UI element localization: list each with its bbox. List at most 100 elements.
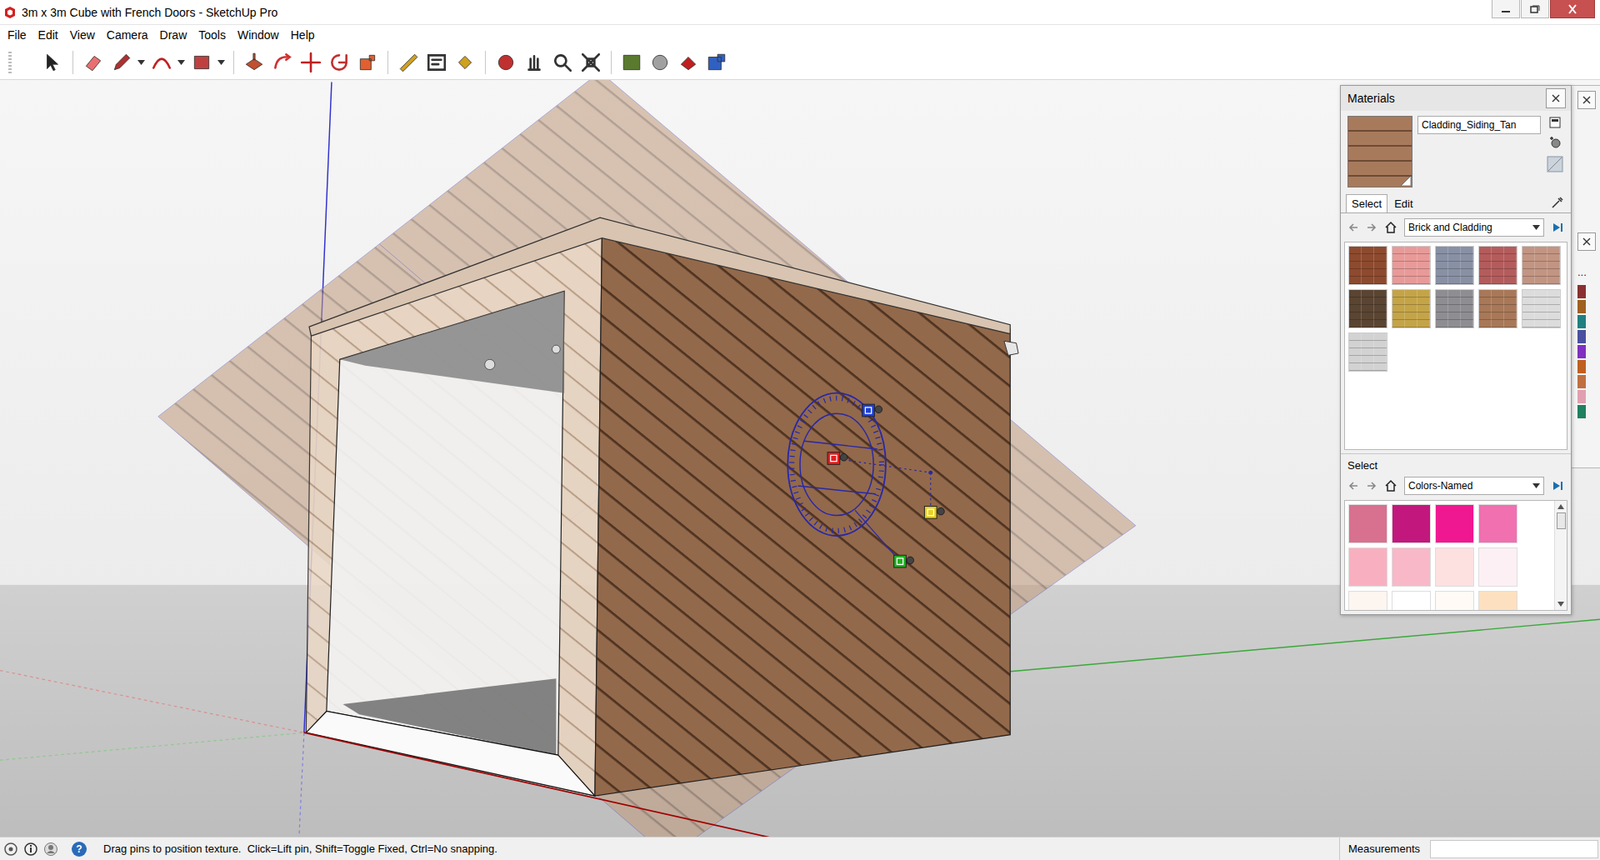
material-swatch[interactable] <box>1478 245 1518 285</box>
menu-item[interactable]: Camera <box>100 28 155 42</box>
tool-button[interactable] <box>395 50 421 75</box>
tool-dropdown[interactable] <box>175 50 186 75</box>
color-swatch[interactable] <box>1478 504 1518 544</box>
tool-button[interactable] <box>675 50 701 75</box>
create-material-icon[interactable] <box>1548 135 1562 150</box>
color-swatch[interactable] <box>1391 590 1431 610</box>
tab[interactable]: Edit <box>1389 195 1418 213</box>
secondary-library-dropdown[interactable]: Colors-Named <box>1404 476 1545 495</box>
tool-dropdown[interactable] <box>135 50 146 75</box>
tab[interactable]: Select <box>1345 194 1388 213</box>
panel-header[interactable]: Materials <box>1340 85 1571 111</box>
color-swatch[interactable] <box>1435 547 1475 587</box>
instructor-button[interactable]: ? <box>71 841 87 857</box>
tool-button[interactable] <box>619 50 645 75</box>
tool-button[interactable] <box>270 50 295 75</box>
menu-item[interactable]: Window <box>231 28 285 42</box>
material-swatch[interactable] <box>1391 289 1431 329</box>
measurements-field[interactable] <box>1430 840 1599 859</box>
material-swatch[interactable] <box>1348 332 1388 372</box>
menu-item[interactable]: Tools <box>192 28 232 42</box>
tool-button[interactable] <box>493 50 519 75</box>
material-swatch[interactable] <box>1521 245 1561 285</box>
tool-button[interactable] <box>40 50 65 75</box>
color-swatch[interactable] <box>1577 375 1586 389</box>
credits-icon[interactable] <box>23 841 39 857</box>
forward-arrow-icon[interactable] <box>1365 480 1378 492</box>
menu-item[interactable]: View <box>64 28 101 42</box>
color-swatch[interactable] <box>1577 345 1586 359</box>
home-icon[interactable] <box>1384 220 1398 235</box>
panel-close-button[interactable] <box>1577 90 1596 110</box>
color-swatch[interactable] <box>1348 547 1388 587</box>
panel-close-button[interactable] <box>1577 232 1596 251</box>
material-swatch[interactable] <box>1521 289 1561 329</box>
details-icon[interactable] <box>1550 220 1565 235</box>
geolocation-icon[interactable] <box>3 841 19 857</box>
color-swatch[interactable] <box>1391 504 1431 544</box>
shed-model[interactable] <box>304 217 1019 837</box>
material-preview[interactable] <box>1347 115 1413 188</box>
tool-button[interactable] <box>550 50 575 75</box>
color-swatch[interactable] <box>1577 405 1586 419</box>
material-swatch[interactable] <box>1435 289 1475 329</box>
color-swatch[interactable] <box>1577 330 1586 344</box>
tool-button[interactable] <box>149 50 175 75</box>
color-swatch[interactable] <box>1478 547 1518 587</box>
tool-button[interactable] <box>647 50 673 75</box>
color-swatch[interactable] <box>1348 590 1388 610</box>
material-swatch[interactable] <box>1478 289 1518 329</box>
maximize-button[interactable] <box>1520 0 1550 19</box>
tool-button[interactable] <box>355 50 380 75</box>
menu-item[interactable]: Help <box>285 28 321 42</box>
toolbar-grip[interactable] <box>8 51 12 74</box>
texture-position-tool[interactable] <box>787 393 945 568</box>
material-swatch[interactable] <box>1435 245 1475 285</box>
color-swatch[interactable] <box>1435 590 1475 610</box>
tool-button[interactable] <box>241 50 267 75</box>
texture-pin[interactable] <box>862 404 883 417</box>
default-material-icon[interactable] <box>1546 155 1564 173</box>
color-swatch[interactable] <box>1577 390 1586 404</box>
scrollbar[interactable] <box>1554 500 1567 610</box>
close-button[interactable] <box>1550 0 1595 19</box>
texture-pin[interactable] <box>894 555 915 568</box>
scroll-thumb[interactable] <box>1556 512 1566 530</box>
color-swatch[interactable] <box>1577 300 1586 314</box>
back-arrow-icon[interactable] <box>1347 480 1360 492</box>
color-swatch[interactable] <box>1577 285 1586 299</box>
scroll-up-icon[interactable] <box>1557 504 1565 510</box>
tool-button[interactable] <box>521 50 547 75</box>
color-swatch[interactable] <box>1435 504 1475 544</box>
texture-pin[interactable] <box>924 506 945 520</box>
display-secondary-icon[interactable] <box>1548 115 1562 130</box>
tool-button[interactable] <box>578 50 604 75</box>
color-swatch[interactable] <box>1478 590 1518 610</box>
user-icon[interactable] <box>43 841 59 857</box>
color-swatch[interactable] <box>1577 315 1586 329</box>
material-name-field[interactable]: Cladding_Siding_Tan <box>1417 115 1541 135</box>
home-icon[interactable] <box>1384 479 1398 493</box>
material-swatch[interactable] <box>1348 245 1388 285</box>
color-swatch[interactable] <box>1348 504 1388 544</box>
minimize-button[interactable] <box>1491 0 1520 19</box>
tool-button[interactable] <box>424 50 450 75</box>
tool-button[interactable] <box>189 50 215 75</box>
material-swatch[interactable] <box>1391 245 1431 285</box>
scroll-down-icon[interactable] <box>1557 601 1565 607</box>
menu-item[interactable]: File <box>1 28 33 42</box>
tool-button[interactable] <box>80 50 106 75</box>
tool-button[interactable] <box>109 50 135 75</box>
back-arrow-icon[interactable] <box>1347 221 1360 234</box>
details-icon[interactable] <box>1550 479 1565 493</box>
eyedropper-icon[interactable] <box>1550 195 1565 210</box>
panel-close-button[interactable] <box>1545 88 1566 109</box>
texture-pin[interactable] <box>827 452 848 465</box>
tool-button[interactable] <box>452 50 478 75</box>
tool-button[interactable] <box>298 50 324 75</box>
menu-item[interactable]: Draw <box>154 28 194 42</box>
color-swatch[interactable] <box>1577 360 1586 374</box>
tool-dropdown[interactable] <box>215 50 226 75</box>
material-swatch[interactable] <box>1348 289 1388 329</box>
color-swatch[interactable] <box>1391 547 1431 587</box>
